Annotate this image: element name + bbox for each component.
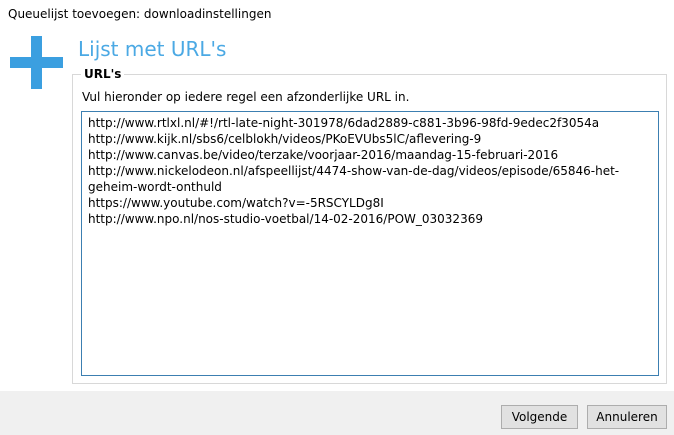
cancel-button[interactable]: Annuleren [587, 405, 667, 429]
plus-icon [10, 36, 63, 89]
url-groupbox-legend: URL's [81, 66, 125, 82]
url-instruction: Vul hieronder op iedere regel een afzond… [82, 90, 410, 104]
button-bar: Volgende Annuleren [0, 391, 674, 435]
plus-icon-vertical-bar [31, 36, 42, 89]
title-bar: Queuelijst toevoegen: downloadinstelling… [0, 0, 674, 28]
url-list-textarea[interactable] [81, 111, 659, 376]
window-title: Queuelijst toevoegen: downloadinstelling… [8, 7, 272, 21]
dialog-content: Lijst met URL's URL's Vul hieronder op i… [0, 28, 674, 391]
page-heading: Lijst met URL's [78, 37, 227, 61]
next-button[interactable]: Volgende [501, 405, 578, 429]
